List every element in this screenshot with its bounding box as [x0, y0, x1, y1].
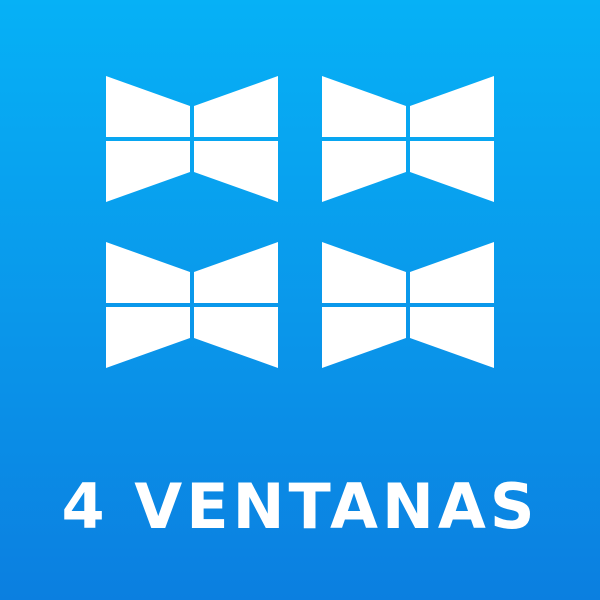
cover-artwork: 4 VENTANAS [0, 0, 600, 600]
windows-logo-icon [322, 242, 494, 368]
windows-logo-icon [322, 76, 494, 202]
windows-logo-icon [106, 76, 278, 202]
windows-logo-icon [106, 242, 278, 368]
caption-title: 4 VENTANAS [61, 470, 539, 543]
